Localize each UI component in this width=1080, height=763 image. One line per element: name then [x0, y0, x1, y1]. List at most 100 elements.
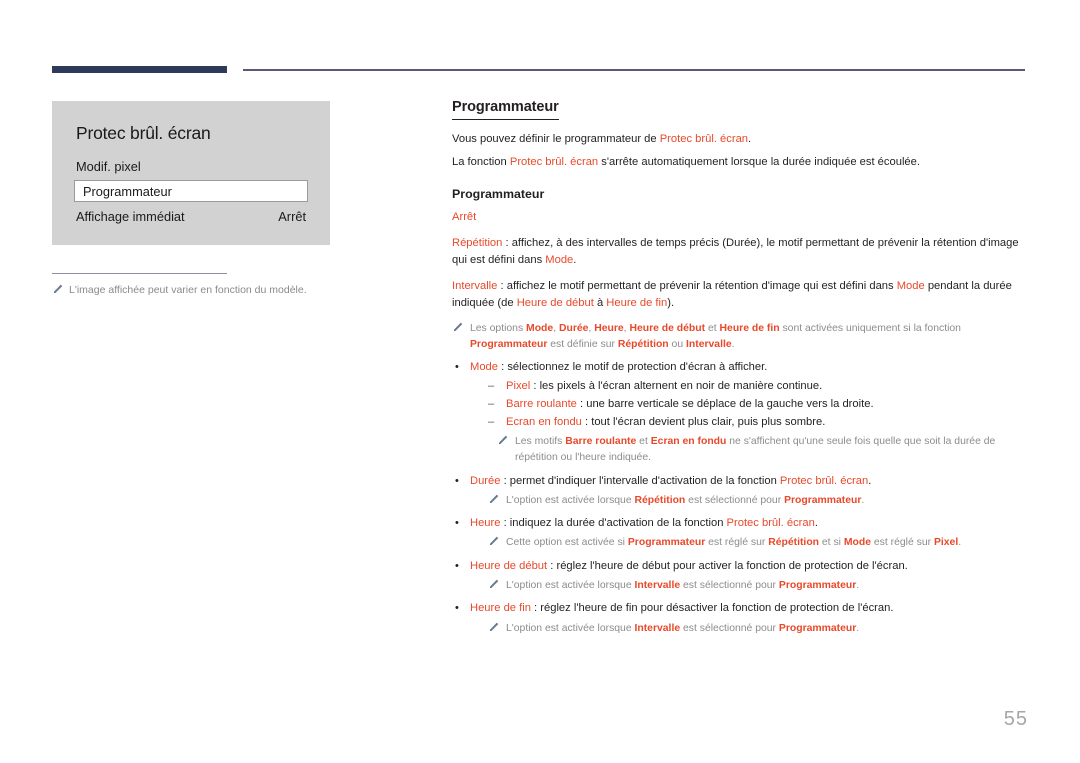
sub-list: – Pixel : les pixels à l'écran alternent … [470, 378, 1028, 431]
sub-item-text: Ecran en fondu : tout l'écran devient pl… [506, 416, 825, 428]
body-text: et [636, 436, 651, 448]
body-text: et [705, 323, 720, 335]
body-text: ). [667, 297, 675, 310]
note-row: Les motifs Barre roulante et Ecran en fo… [497, 434, 1028, 465]
body-text: L'option est activée lorsque [506, 494, 635, 506]
bullet-marker: • [455, 559, 459, 572]
sub-item-text: Pixel : les pixels à l'écran alternent e… [506, 380, 822, 392]
body-text: . [748, 133, 752, 145]
sub-list-item: – Pixel : les pixels à l'écran alternent … [488, 378, 1028, 395]
keyword-text: Mode [526, 323, 554, 335]
right-column: Programmateur Vous pouvez définir le pro… [452, 98, 1028, 643]
body-text: Cette option est activée si [506, 537, 628, 549]
note-text: Cette option est activée si Programmateu… [506, 535, 1028, 551]
bullet-text: Heure de fin : réglez l'heure de fin pou… [470, 602, 893, 614]
keyword-text: Pixel [506, 380, 531, 393]
note-row: L'option est activée lorsque Répétition … [488, 493, 1028, 509]
note-text: L'option est activée lorsque Intervalle … [506, 621, 1028, 637]
bullet-marker: • [455, 517, 459, 530]
osd-item-value: Arrêt [278, 208, 306, 224]
sub-item-text: Barre roulante : une barre verticale se … [506, 398, 874, 410]
osd-menu-item[interactable]: Programmateur [74, 180, 308, 202]
bullet-marker: • [455, 474, 459, 487]
note-text: Les motifs Barre roulante et Ecran en fo… [515, 434, 1028, 465]
keyword-text: Mode [843, 537, 871, 549]
body-text: . [958, 537, 962, 549]
body-text: . [856, 622, 860, 634]
note-row: Les options Mode, Durée, Heure, Heure de… [452, 321, 1028, 352]
keyword-text: Durée [470, 474, 501, 487]
keyword-text: Mode [545, 254, 574, 267]
keyword-text: Mode [470, 361, 498, 374]
keyword-text: Protec brûl. écran [779, 474, 869, 487]
footnote-divider [52, 273, 227, 274]
body-text: est définie sur [547, 338, 618, 350]
keyword-text: Répétition [617, 338, 669, 350]
osd-item-label: Modif. pixel [76, 158, 141, 174]
body-text: . [731, 338, 735, 350]
bullet-item: • Durée : permet d'indiquer l'intervalle … [452, 473, 1028, 509]
body-text: : réglez l'heure de fin pour désactiver … [530, 602, 894, 615]
keyword-text: Ecran en fondu [650, 436, 727, 448]
option-line: Arrêt [452, 209, 1028, 226]
keyword-text: Programmateur [784, 494, 862, 506]
body-text: . [856, 579, 860, 591]
keyword-text: Programmateur [778, 622, 857, 634]
osd-panel-title: Protec brûl. écran [76, 123, 211, 143]
body-text: est sélectionné pour [685, 494, 785, 506]
body-text: : permet d'indiquer l'intervalle d'activ… [500, 474, 780, 487]
option-line: Répétition : affichez, à des intervalles… [452, 235, 1028, 269]
body-text: est réglé sur [705, 537, 769, 549]
body-text: est sélectionné pour [680, 622, 779, 634]
pencil-icon [488, 494, 499, 505]
intro-paragraphs: Vous pouvez définir le programmateur de … [452, 131, 1028, 171]
keyword-text: Programmateur [627, 537, 706, 549]
pencil-icon [488, 622, 499, 633]
body-text: à [593, 297, 607, 310]
keyword-text: Répétition [768, 537, 820, 549]
body-text: La fonction [452, 156, 510, 169]
body-text: ou [668, 338, 686, 350]
body-text: : affichez, à des intervalles de temps p… [452, 237, 1019, 267]
keyword-text: Heure de fin [606, 297, 668, 310]
page-title: Programmateur [452, 99, 559, 120]
pencil-icon [52, 284, 63, 295]
note-text: L'option est activée lorsque Répétition … [506, 493, 1028, 509]
osd-menu-item[interactable]: Affichage immédiat Arrêt [74, 206, 308, 226]
keyword-text: Répétition [452, 237, 503, 250]
keyword-text: Durée [558, 323, 589, 335]
keyword-text: Intervalle [634, 622, 681, 634]
keyword-text: Protec brûl. écran [659, 133, 749, 145]
keyword-text: Mode [896, 280, 925, 293]
body-text: : une barre verticale se déplace de la g… [576, 398, 874, 411]
keyword-text: Heure de début [516, 297, 594, 310]
keyword-text: Heure de début [629, 323, 706, 335]
header-accent-bar [52, 66, 227, 73]
keyword-text: Ecran en fondu [506, 416, 582, 429]
keyword-text: Heure de fin [470, 602, 531, 615]
body-text: s'arrête automatiquement lorsque la duré… [598, 156, 920, 169]
body-text: : sélectionnez le motif de protection d'… [498, 361, 768, 374]
bullet-item: • Heure : indiquez la durée d'activation … [452, 515, 1028, 551]
dash-marker: – [488, 416, 495, 429]
body-text: est sélectionné pour [680, 579, 779, 591]
note-text: Les options Mode, Durée, Heure, Heure de… [470, 321, 1028, 352]
body-text: est réglé sur [871, 537, 934, 549]
left-footnote: L'image affichée peut varier en fonction… [52, 283, 330, 298]
note-row: L'option est activée lorsque Intervalle … [488, 578, 1028, 594]
pencil-icon [452, 322, 463, 333]
option-line: Intervalle : affichez le motif permettan… [452, 278, 1028, 312]
keyword-text: Barre roulante [565, 436, 637, 448]
keyword-text: Heure de début [470, 559, 548, 572]
osd-menu-item[interactable]: Modif. pixel [74, 156, 308, 176]
body-text: . [573, 254, 577, 267]
pencil-icon [497, 435, 508, 446]
body-text: Les options [470, 323, 527, 335]
keyword-text: Répétition [634, 494, 686, 506]
keyword-text: Intervalle [452, 280, 498, 293]
bullet-text: Heure : indiquez la durée d'activation d… [470, 517, 818, 529]
subsection-title: Programmateur [452, 187, 545, 202]
bullet-text: Heure de début : réglez l'heure de début… [470, 560, 908, 572]
bullet-marker: • [455, 361, 459, 374]
header-rule-line [243, 69, 1025, 71]
